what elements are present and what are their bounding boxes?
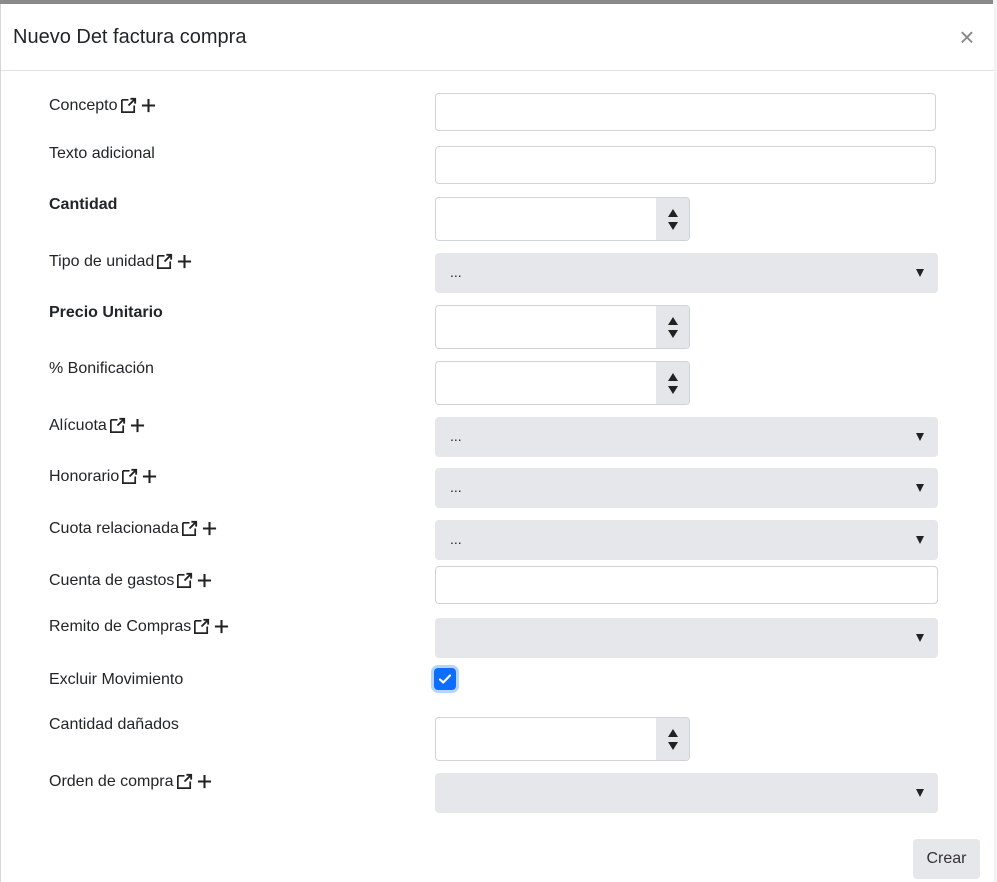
tipo-unidad-label-text: Tipo de unidad bbox=[49, 252, 155, 270]
spinner-down-icon[interactable] bbox=[667, 741, 678, 750]
honorario-selected: ... bbox=[450, 479, 462, 495]
cuenta-gastos-label: Cuenta de gastos bbox=[49, 571, 212, 590]
spinner-down-icon[interactable] bbox=[667, 385, 678, 394]
precio-unitario-label-text: Precio Unitario bbox=[49, 304, 163, 321]
orden-compra-label-text: Orden de compra bbox=[49, 772, 174, 790]
remito-compras-label: Remito de Compras bbox=[49, 617, 229, 636]
spinner-up-icon[interactable] bbox=[667, 372, 678, 381]
chevron-down-icon bbox=[916, 433, 924, 441]
honorario-select[interactable]: ... bbox=[435, 468, 938, 508]
honorario-label: Honorario bbox=[49, 467, 157, 486]
cuota-relacionada-select[interactable]: ... bbox=[435, 520, 938, 560]
external-link-icon[interactable] bbox=[192, 617, 211, 636]
cuota-relacionada-label: Cuota relacionada bbox=[49, 519, 217, 538]
modal-title: Nuevo Det factura compra bbox=[13, 26, 247, 48]
cantidad-stepper[interactable] bbox=[656, 198, 689, 240]
plus-icon[interactable] bbox=[142, 469, 157, 484]
tipo-unidad-selected: ... bbox=[450, 264, 462, 280]
alicuota-label: Alícuota bbox=[49, 416, 145, 435]
alicuota-select[interactable]: ... bbox=[435, 417, 938, 457]
cantidad-input[interactable] bbox=[435, 197, 690, 241]
excluir-movimiento-label-text: Excluir Movimiento bbox=[49, 671, 184, 688]
external-link-icon[interactable] bbox=[108, 416, 127, 435]
close-button[interactable]: × bbox=[956, 24, 978, 50]
plus-icon[interactable] bbox=[202, 521, 217, 536]
tipo-unidad-select[interactable]: ... bbox=[435, 253, 938, 293]
cuota-relacionada-label-text: Cuota relacionada bbox=[49, 519, 179, 537]
spinner-up-icon[interactable] bbox=[667, 316, 678, 325]
plus-icon[interactable] bbox=[197, 774, 212, 789]
bonificacion-input[interactable] bbox=[435, 361, 690, 405]
plus-icon[interactable] bbox=[214, 619, 229, 634]
chevron-down-icon bbox=[916, 484, 924, 492]
alicuota-label-text: Alícuota bbox=[49, 416, 107, 434]
bonificacion-label: % Bonificación bbox=[49, 360, 154, 378]
spinner-up-icon[interactable] bbox=[667, 208, 678, 217]
cantidad-label: Cantidad bbox=[49, 196, 117, 214]
external-link-icon[interactable] bbox=[119, 96, 138, 115]
modal-header: Nuevo Det factura compra × bbox=[1, 4, 994, 71]
concepto-label: Concepto bbox=[49, 96, 156, 115]
remito-compras-select[interactable] bbox=[435, 618, 938, 658]
texto-adicional-input[interactable] bbox=[435, 146, 936, 184]
plus-icon[interactable] bbox=[141, 98, 156, 113]
cantidad-label-text: Cantidad bbox=[49, 196, 118, 213]
chevron-down-icon bbox=[916, 536, 924, 544]
concepto-input[interactable] bbox=[435, 93, 936, 131]
alicuota-selected: ... bbox=[450, 428, 462, 444]
precio-unitario-label: Precio Unitario bbox=[49, 304, 163, 322]
excluir-movimiento-label: Excluir Movimiento bbox=[49, 671, 183, 689]
bonificacion-label-text: % Bonificación bbox=[49, 360, 154, 377]
spinner-down-icon[interactable] bbox=[667, 329, 678, 338]
cantidad-danados-stepper[interactable] bbox=[656, 718, 689, 760]
honorario-label-text: Honorario bbox=[49, 467, 120, 485]
spinner-down-icon[interactable] bbox=[667, 221, 678, 230]
precio-unitario-input[interactable] bbox=[435, 305, 690, 349]
external-link-icon[interactable] bbox=[155, 252, 174, 271]
texto-adicional-label-text: Texto adicional bbox=[49, 145, 155, 162]
chevron-down-icon bbox=[916, 269, 924, 277]
bonificacion-stepper[interactable] bbox=[656, 362, 689, 404]
orden-compra-label: Orden de compra bbox=[49, 772, 212, 791]
spinner-up-icon[interactable] bbox=[667, 728, 678, 737]
excluir-movimiento-checkbox[interactable] bbox=[434, 668, 456, 690]
cuota-relacionada-selected: ... bbox=[450, 531, 462, 547]
texto-adicional-label: Texto adicional bbox=[49, 145, 155, 163]
cuenta-gastos-label-text: Cuenta de gastos bbox=[49, 571, 175, 589]
cantidad-danados-label-text: Cantidad dañados bbox=[49, 716, 179, 733]
crear-button[interactable]: Crear bbox=[913, 839, 980, 879]
chevron-down-icon bbox=[916, 634, 924, 642]
concepto-label-text: Concepto bbox=[49, 96, 118, 114]
chevron-down-icon bbox=[916, 789, 924, 797]
plus-icon[interactable] bbox=[197, 573, 212, 588]
external-link-icon[interactable] bbox=[175, 772, 194, 791]
external-link-icon[interactable] bbox=[175, 571, 194, 590]
external-link-icon[interactable] bbox=[180, 519, 199, 538]
cuenta-gastos-input[interactable] bbox=[435, 566, 938, 604]
remito-compras-label-text: Remito de Compras bbox=[49, 617, 192, 635]
cantidad-danados-label: Cantidad dañados bbox=[49, 716, 179, 734]
checkmark-icon bbox=[438, 674, 452, 684]
cantidad-danados-input[interactable] bbox=[435, 717, 690, 761]
tipo-unidad-label: Tipo de unidad bbox=[49, 252, 192, 271]
plus-icon[interactable] bbox=[130, 418, 145, 433]
precio-unitario-stepper[interactable] bbox=[656, 306, 689, 348]
orden-compra-select[interactable] bbox=[435, 773, 938, 813]
external-link-icon[interactable] bbox=[120, 467, 139, 486]
plus-icon[interactable] bbox=[177, 254, 192, 269]
